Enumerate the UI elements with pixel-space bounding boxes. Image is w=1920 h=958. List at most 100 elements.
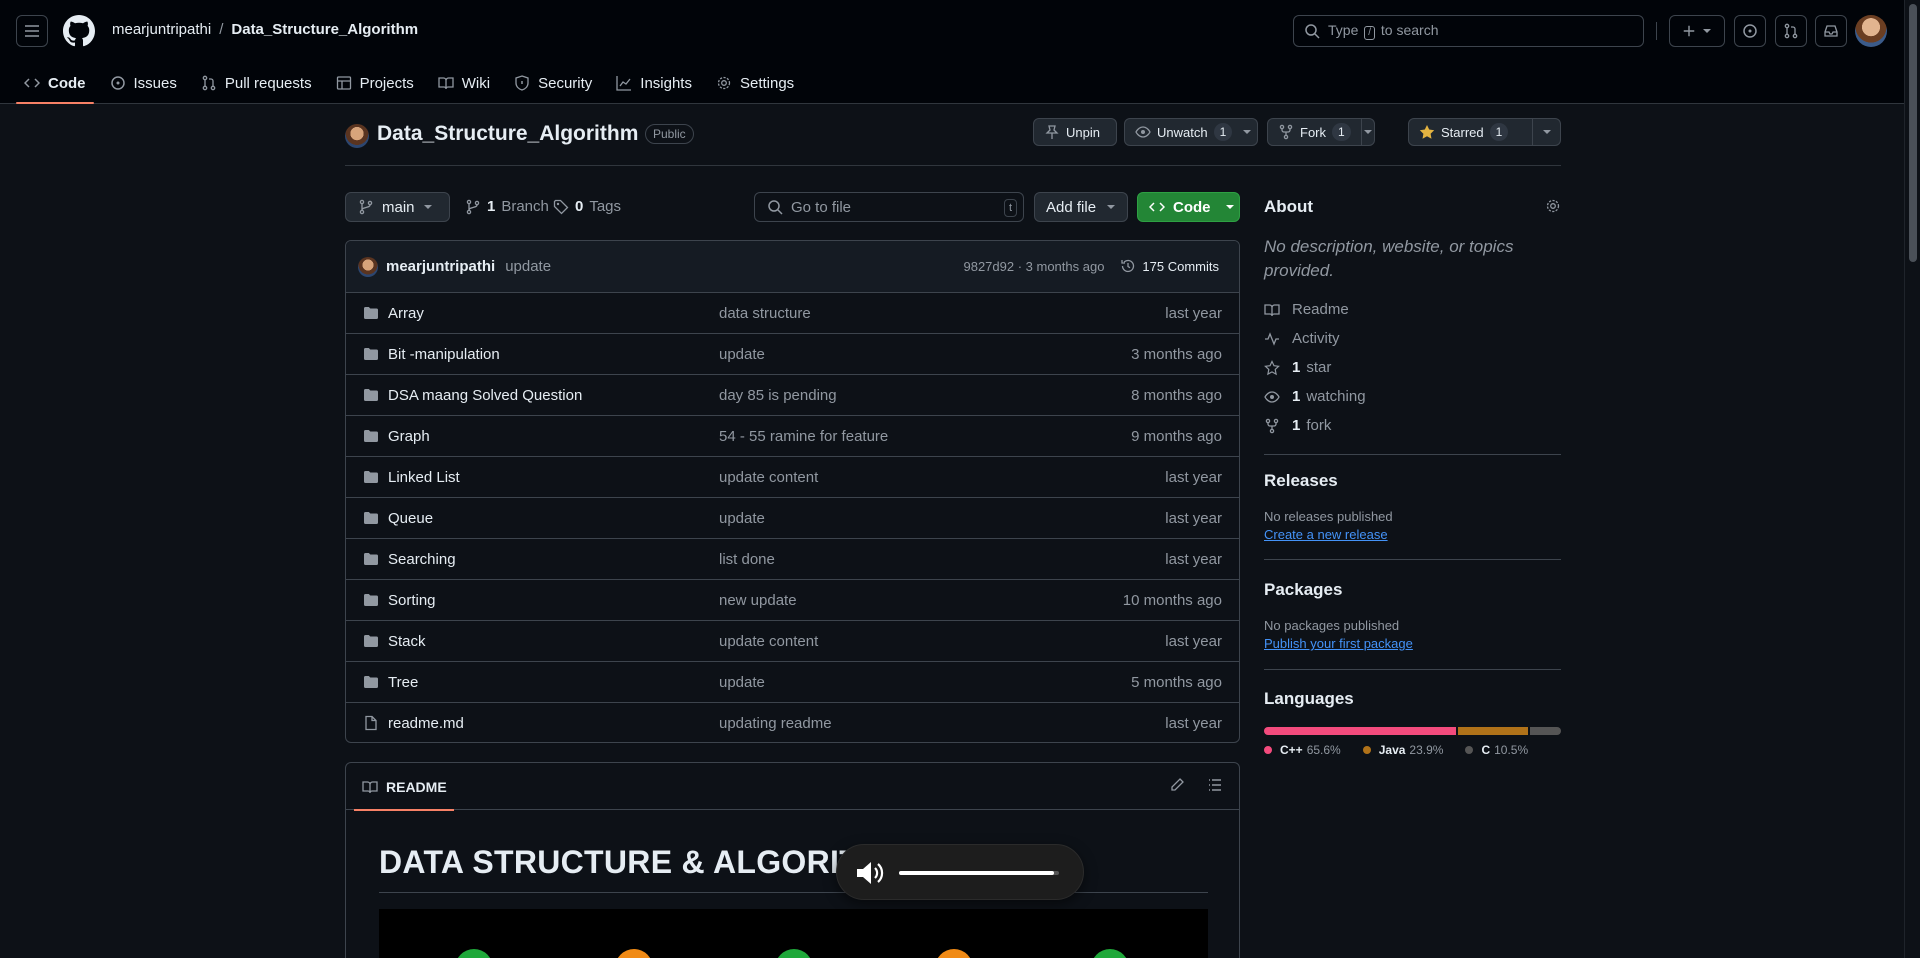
- file-commit-message[interactable]: update: [719, 510, 765, 527]
- language-legend-item[interactable]: C++ 65.6%: [1264, 743, 1341, 757]
- tags-link[interactable]: 0 Tags: [553, 198, 621, 215]
- search-shortcut-key: /: [1364, 26, 1376, 40]
- readme-link[interactable]: Readme: [1264, 301, 1349, 318]
- branch-selector[interactable]: main: [345, 192, 450, 222]
- file-name-link[interactable]: Stack: [388, 633, 426, 650]
- search-input[interactable]: Type / to search: [1293, 15, 1644, 47]
- file-commit-age: last year: [1165, 551, 1222, 568]
- tab-code[interactable]: Code: [16, 62, 94, 104]
- file-commit-age: last year: [1165, 633, 1222, 650]
- pull-requests-button[interactable]: [1775, 15, 1807, 47]
- tab-pull-requests[interactable]: Pull requests: [193, 62, 320, 104]
- file-commit-message[interactable]: new update: [719, 592, 797, 609]
- folder-icon: [363, 510, 379, 526]
- file-name-link[interactable]: Graph: [388, 428, 430, 445]
- go-to-file-shortcut: t: [1003, 199, 1017, 217]
- tab-wiki[interactable]: Wiki: [430, 62, 498, 104]
- page-scrollbar[interactable]: [1904, 0, 1920, 958]
- file-name-link[interactable]: Sorting: [388, 592, 436, 609]
- repo-header: Data_Structure_Algorithm Public Unpin Un…: [345, 116, 1561, 166]
- language-bar-segment[interactable]: [1264, 727, 1457, 735]
- releases-heading[interactable]: Releases: [1264, 471, 1338, 491]
- commits-link[interactable]: 175 Commits: [1120, 258, 1219, 274]
- owner-avatar[interactable]: [345, 124, 369, 148]
- unpin-button[interactable]: Unpin: [1033, 118, 1117, 146]
- file-commit-message[interactable]: update: [719, 674, 765, 691]
- file-commit-message[interactable]: list done: [719, 551, 775, 568]
- file-commit-message[interactable]: data structure: [719, 305, 811, 322]
- commit-hash-time[interactable]: 9827d92 · 3 months ago: [963, 259, 1104, 274]
- volume-level: [899, 871, 1055, 875]
- create-release-link[interactable]: Create a new release: [1264, 527, 1388, 542]
- git-branch-icon: [359, 199, 373, 215]
- inbox-button[interactable]: [1815, 15, 1847, 47]
- language-legend-item[interactable]: C 10.5%: [1465, 743, 1528, 757]
- breadcrumb-repo[interactable]: Data_Structure_Algorithm: [231, 21, 418, 38]
- table-row: Sorting new update 10 months ago: [346, 580, 1239, 621]
- tab-settings[interactable]: Settings: [708, 62, 802, 104]
- tab-security[interactable]: Security: [506, 62, 600, 104]
- create-new-button[interactable]: [1669, 15, 1725, 47]
- sidebar-divider: [1264, 559, 1561, 560]
- github-logo-icon[interactable]: [63, 15, 95, 47]
- file-commit-message[interactable]: update content: [719, 469, 818, 486]
- user-avatar[interactable]: [1855, 15, 1887, 47]
- language-name: C: [1481, 743, 1491, 757]
- language-swatch: [1362, 746, 1371, 754]
- stars-link[interactable]: 1 star: [1264, 359, 1331, 376]
- watch-options-button[interactable]: [1242, 119, 1258, 145]
- unwatch-button[interactable]: Unwatch 1: [1125, 119, 1242, 145]
- pin-icon: [1045, 125, 1059, 139]
- file-commit-message[interactable]: day 85 is pending: [719, 387, 837, 404]
- file-commit-message[interactable]: update: [719, 346, 765, 363]
- go-to-file-input[interactable]: Go to file t: [754, 192, 1024, 222]
- commit-author-avatar[interactable]: [358, 256, 378, 277]
- table-row: Stack update content last year: [346, 621, 1239, 662]
- commit-message[interactable]: update: [505, 258, 551, 275]
- activity-link[interactable]: Activity: [1264, 330, 1340, 347]
- tab-insights[interactable]: Insights: [608, 62, 700, 104]
- watchers-link[interactable]: 1 watching: [1264, 388, 1366, 405]
- add-file-button[interactable]: Add file: [1034, 192, 1128, 222]
- fork-options-button[interactable]: [1360, 119, 1374, 145]
- branches-link[interactable]: 1 Branch: [465, 198, 549, 215]
- scrollbar-thumb[interactable]: [1909, 4, 1917, 262]
- repo-title[interactable]: Data_Structure_Algorithm: [377, 122, 638, 146]
- code-dropdown-button[interactable]: Code: [1137, 192, 1240, 222]
- table-icon: [336, 76, 351, 90]
- commit-author[interactable]: mearjuntripathi: [386, 258, 495, 275]
- file-name-link[interactable]: Bit -manipulation: [388, 346, 500, 363]
- star-lists-button[interactable]: [1532, 119, 1560, 145]
- file-commit-message[interactable]: update content: [719, 633, 818, 650]
- publish-package-link[interactable]: Publish your first package: [1264, 636, 1413, 651]
- tab-projects[interactable]: Projects: [328, 62, 422, 104]
- table-row: Bit -manipulation update 3 months ago: [346, 334, 1239, 375]
- file-name-link[interactable]: Array: [388, 305, 424, 322]
- file-name-link[interactable]: Linked List: [388, 469, 460, 486]
- pencil-icon[interactable]: [1169, 777, 1185, 793]
- language-bar-segment[interactable]: [1458, 727, 1529, 735]
- language-bar-segment[interactable]: [1530, 727, 1561, 735]
- packages-heading[interactable]: Packages: [1264, 580, 1342, 600]
- issues-button[interactable]: [1734, 15, 1766, 47]
- readme-tab[interactable]: README: [354, 763, 454, 811]
- forks-link[interactable]: 1 fork: [1264, 417, 1331, 434]
- file-commit-age: last year: [1165, 715, 1222, 732]
- breadcrumb-owner[interactable]: mearjuntripathi: [112, 21, 211, 38]
- gear-icon[interactable]: [1545, 198, 1561, 214]
- file-commit-message[interactable]: 54 - 55 ramine for feature: [719, 428, 888, 445]
- volume-slider[interactable]: [899, 871, 1059, 875]
- menu-button[interactable]: [16, 15, 48, 47]
- starred-button[interactable]: Starred 1: [1409, 119, 1518, 145]
- file-name-link[interactable]: readme.md: [388, 715, 464, 732]
- outline-list-icon[interactable]: [1207, 777, 1223, 793]
- language-legend-item[interactable]: Java 23.9%: [1362, 743, 1443, 757]
- unpin-label: Unpin: [1066, 124, 1100, 140]
- file-name-link[interactable]: Searching: [388, 551, 456, 568]
- file-name-link[interactable]: DSA maang Solved Question: [388, 387, 582, 404]
- file-name-link[interactable]: Tree: [388, 674, 418, 691]
- tab-issues[interactable]: Issues: [102, 62, 185, 104]
- fork-button[interactable]: Fork 1: [1268, 119, 1361, 145]
- file-name-link[interactable]: Queue: [388, 510, 433, 527]
- file-commit-message[interactable]: updating readme: [719, 715, 832, 732]
